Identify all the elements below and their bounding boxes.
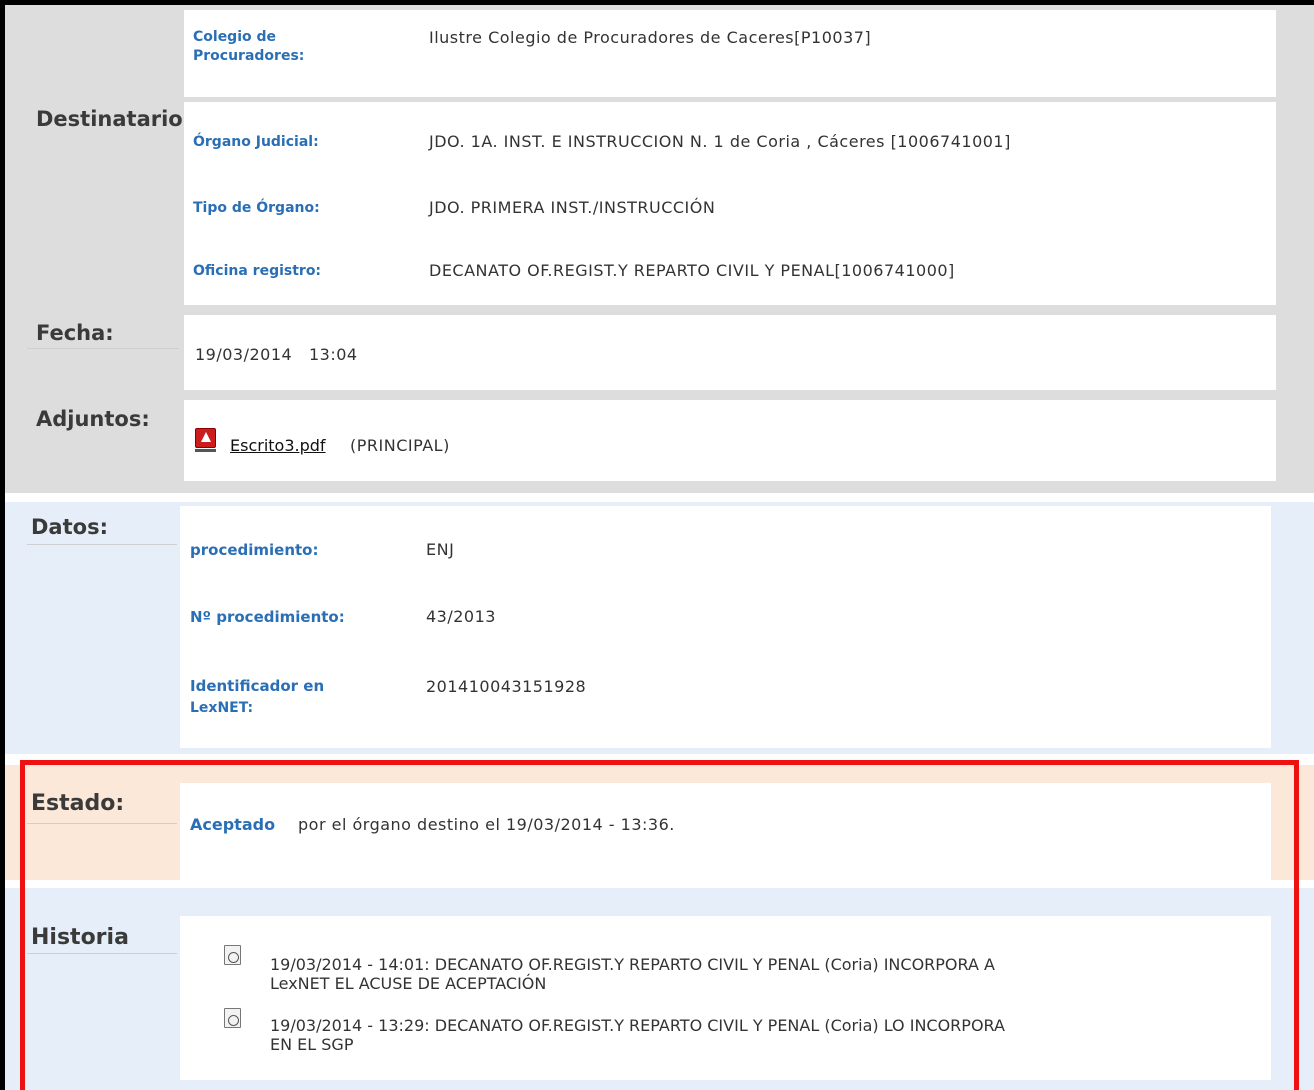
oficina-registro-value: DECANATO OF.REGIST.Y REPARTO CIVIL Y PEN… <box>429 261 955 280</box>
history-item-line1: 19/03/2014 - 14:01: DECANATO OF.REGIST.Y… <box>270 955 995 974</box>
adjuntos-label: Adjuntos: <box>36 407 150 431</box>
message-detail-view: Destinatario Colegio de Procuradores: Il… <box>0 0 1314 1090</box>
organo-value: JDO. 1A. INST. E INSTRUCCION N. 1 de Cor… <box>429 132 1011 151</box>
estado-status-word: Aceptado <box>190 815 276 834</box>
estado-panel: Aceptado por el órgano destino el 19/03/… <box>180 783 1271 880</box>
tipo-organo-label: Tipo de Órgano: <box>193 200 320 216</box>
datos-divider <box>27 544 177 545</box>
attachment-link[interactable]: Escrito3.pdf <box>230 436 326 455</box>
organo-label: Órgano Judicial: <box>193 134 319 150</box>
colegio-panel: Colegio de Procuradores: Ilustre Colegio… <box>184 10 1276 97</box>
attachment-type: (PRINCIPAL) <box>350 436 450 455</box>
colegio-value: Ilustre Colegio de Procuradores de Cacer… <box>429 28 872 47</box>
history-item-line2: LexNET EL ACUSE DE ACEPTACIÓN <box>270 974 547 993</box>
adjuntos-panel: Escrito3.pdf (PRINCIPAL) <box>184 400 1276 481</box>
datos-panel: procedimiento: ENJ Nº procedimiento: 43/… <box>180 506 1271 748</box>
num-procedimiento-value: 43/2013 <box>426 607 496 626</box>
datos-section: Datos: procedimiento: ENJ Nº procedimien… <box>5 502 1314 754</box>
destinatario-label: Destinatario <box>36 107 183 131</box>
history-item: 19/03/2014 - 13:29: DECANATO OF.REGIST.Y… <box>270 1016 1260 1054</box>
organo-panel: Órgano Judicial: JDO. 1A. INST. E INSTRU… <box>184 102 1276 305</box>
historia-panel: 19/03/2014 - 14:01: DECANATO OF.REGIST.Y… <box>180 916 1271 1080</box>
estado-label: Estado: <box>31 791 125 816</box>
history-item-line1: 19/03/2014 - 13:29: DECANATO OF.REGIST.Y… <box>270 1016 1005 1035</box>
history-item-icon <box>224 945 241 965</box>
colegio-label: Colegio de Procuradores: <box>193 29 305 64</box>
fecha-panel: 19/03/2014 13:04 <box>184 315 1276 390</box>
estado-section: Estado: Aceptado por el órgano destino e… <box>5 765 1314 880</box>
datos-label: Datos: <box>31 515 108 539</box>
identificador-label-2: LexNET: <box>190 700 254 716</box>
estado-status-text: por el órgano destino el 19/03/2014 - 13… <box>298 815 675 834</box>
tipo-organo-value: JDO. PRIMERA INST./INSTRUCCIÓN <box>429 198 716 217</box>
fecha-label: Fecha: <box>36 321 114 345</box>
procedimiento-label: procedimiento: <box>190 541 319 559</box>
destinatario-section: Destinatario Colegio de Procuradores: Il… <box>5 5 1314 493</box>
historia-divider <box>27 953 177 954</box>
history-item-line2: EN EL SGP <box>270 1035 354 1054</box>
fecha-divider <box>27 348 179 349</box>
historia-section: Historia 19/03/2014 - 14:01: DECANATO OF… <box>5 888 1314 1090</box>
history-item: 19/03/2014 - 14:01: DECANATO OF.REGIST.Y… <box>270 955 1260 993</box>
identificador-label: Identificador en <box>190 677 325 695</box>
identificador-value: 201410043151928 <box>426 677 587 696</box>
historia-label: Historia <box>31 925 129 950</box>
num-procedimiento-label: Nº procedimiento: <box>190 608 345 626</box>
pdf-icon <box>195 428 216 448</box>
estado-divider <box>27 823 177 824</box>
pdf-icon-shadow <box>195 449 216 452</box>
oficina-registro-label: Oficina registro: <box>193 263 322 279</box>
fecha-value: 19/03/2014 13:04 <box>195 345 358 364</box>
procedimiento-value: ENJ <box>426 540 455 559</box>
history-item-icon <box>224 1008 241 1028</box>
